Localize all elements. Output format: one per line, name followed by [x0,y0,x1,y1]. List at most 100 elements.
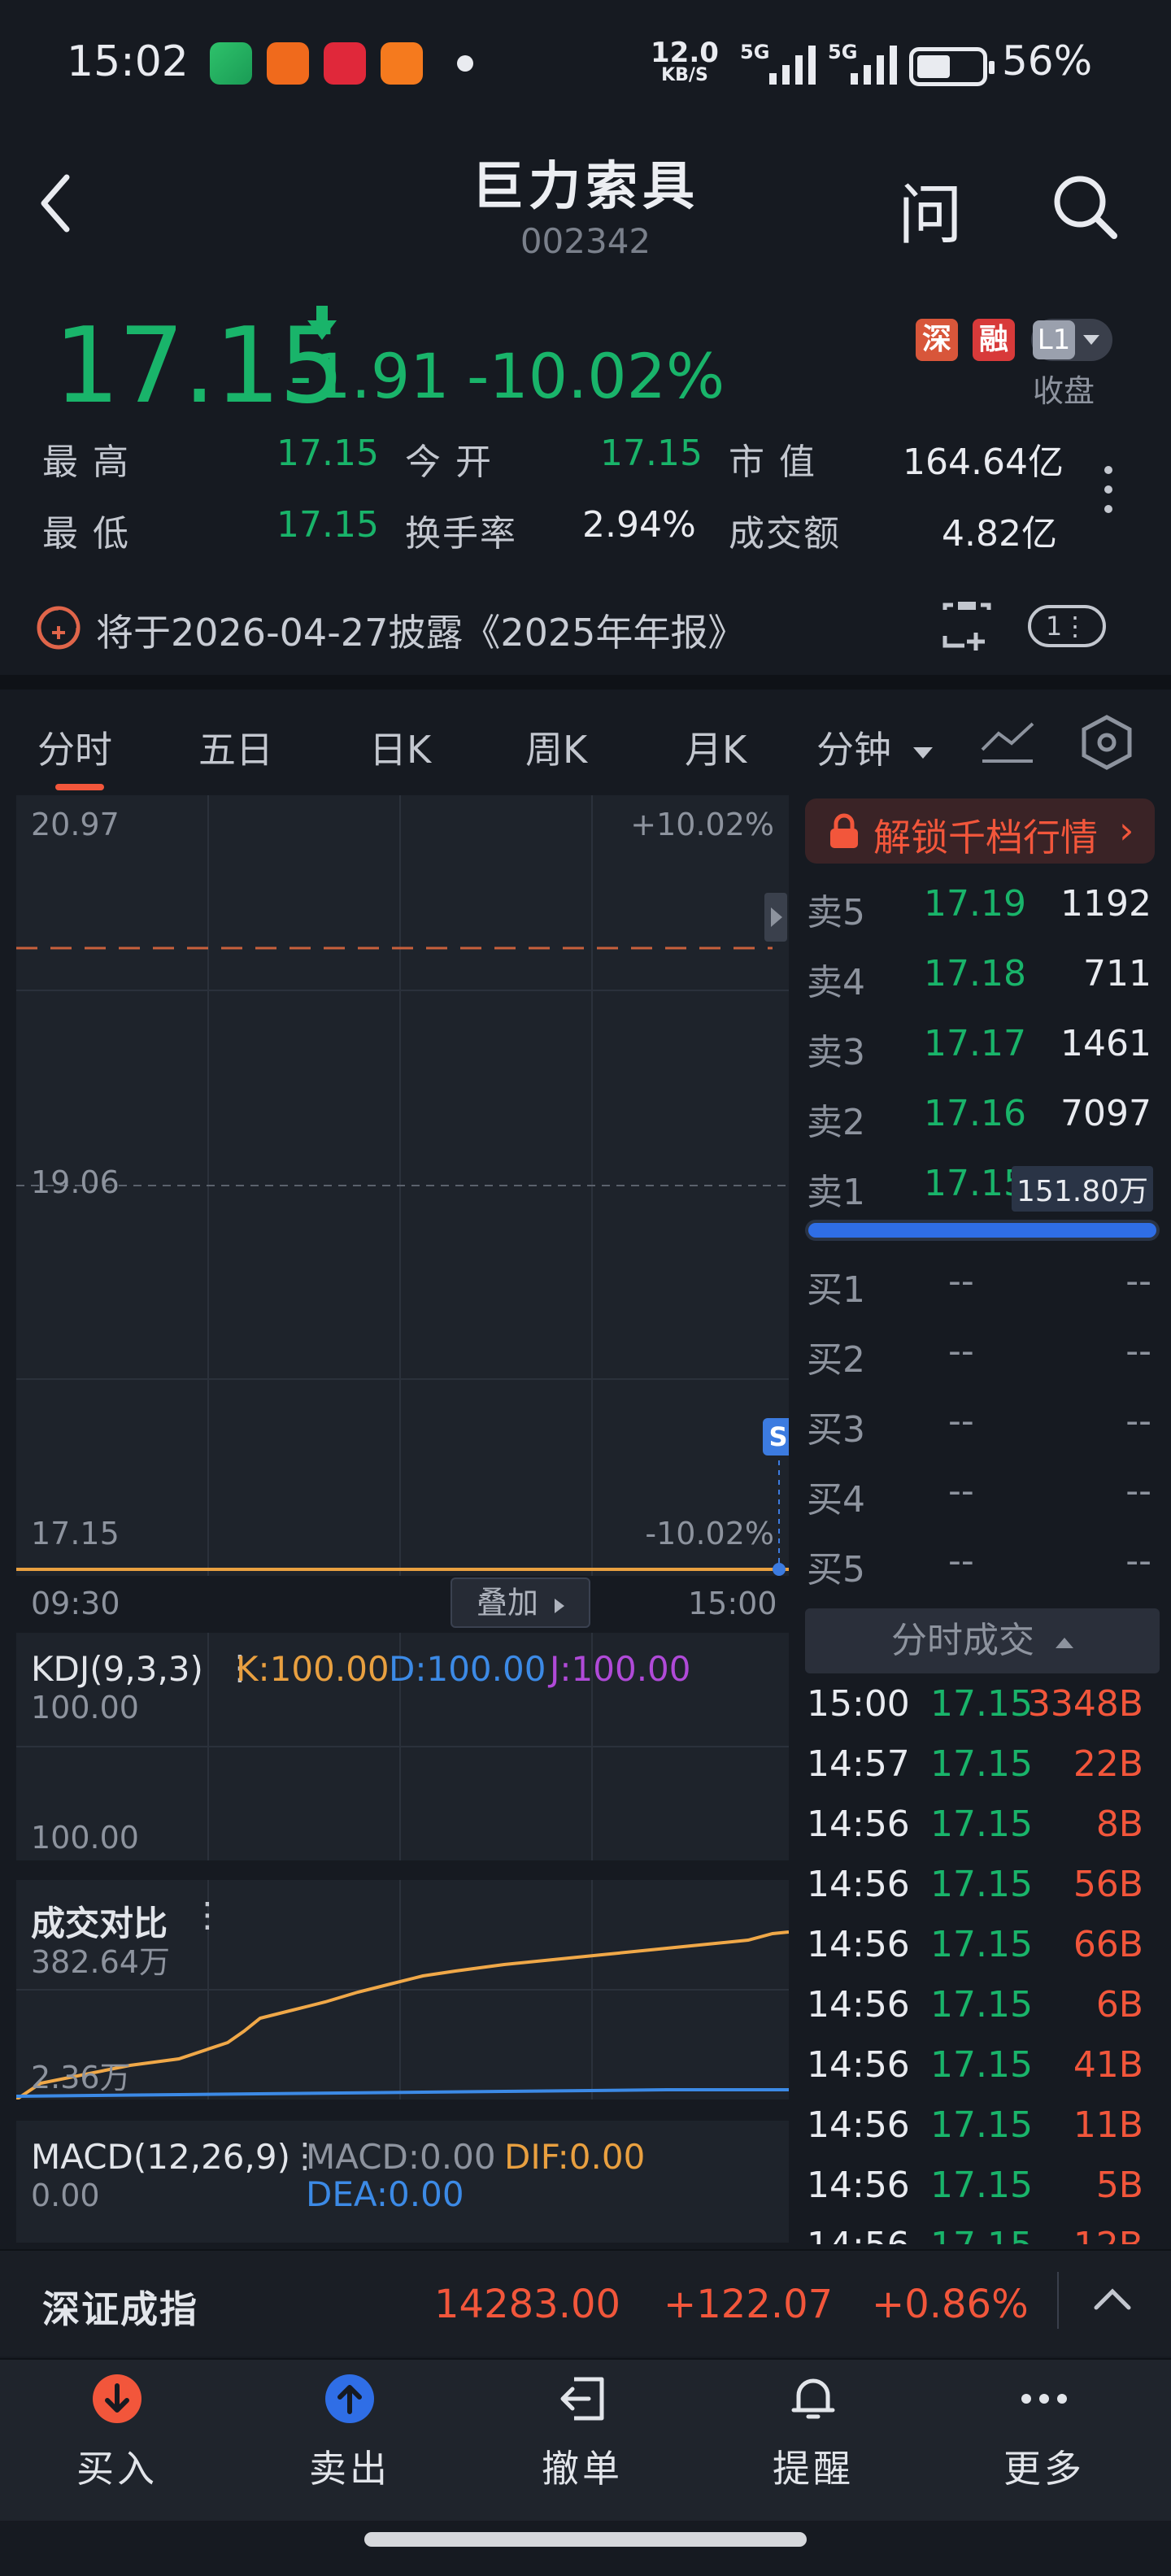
add-watch-icon[interactable] [940,600,994,654]
sell-button[interactable]: 卖出 [268,2373,431,2493]
stat-label-low: 最 低 [42,513,130,555]
stat-value-amount: 4.82亿 [942,513,1057,555]
kdj-title[interactable]: KDJ(9,3,3) [31,1649,203,1689]
tag-l1: L1 [1033,320,1075,359]
ask-label: 卖1 [807,1172,865,1213]
market-status: 收盘 [1033,373,1095,409]
alert-label: 提醒 [773,2447,854,2491]
kdj-panel[interactable]: KDJ(9,3,3) ⋮ K:100.00 D:100.00 J:100.00 … [16,1633,789,1860]
tick-price: 17.15 [930,2165,1033,2206]
battery-icon [909,47,995,86]
tick-price: 17.15 [930,1804,1033,1845]
kdj-k: K:100.00 [236,1649,390,1689]
signal-label-1: 5G [740,41,770,63]
bid-price: -- [948,1540,974,1582]
tab-monthly-k[interactable]: 月K [685,720,747,774]
tab-minute[interactable]: 分钟 [816,720,933,774]
tick-row: 14:56 17.15 6B [805,1984,1163,2044]
bid-row-2: 买2 -- -- [805,1330,1163,1389]
bid-volume: -- [1125,1400,1151,1442]
y-label-mid: 19.06 [31,1164,120,1200]
ask-label: 卖2 [807,1102,865,1143]
tick-row: 14:56 17.15 11B [805,2104,1163,2165]
macd-title[interactable]: MACD(12,26,9) [31,2137,290,2177]
ask-volume: 1461 [1060,1023,1151,1064]
bid-label: 买3 [807,1409,865,1451]
tick-row: 14:56 17.15 56B [805,1864,1163,1924]
signal-bars-2-icon [851,44,897,85]
tick-time: 14:56 [807,1864,910,1905]
chevron-up-icon[interactable] [1093,2287,1132,2311]
cancel-order-button[interactable]: 撤单 [501,2373,664,2493]
tick-volume: 56B [1073,1864,1143,1905]
ask-row-3: 卖3 17.17 1461 [805,1023,1163,1081]
pct-label-high: +10.02% [630,807,774,842]
net-speed: 12.0 KB/S [651,39,719,85]
tick-row: 14:56 17.15 5B [805,2165,1163,2225]
ask-volume: 711 [1083,953,1151,994]
overlay-button[interactable]: 叠加 [451,1577,590,1628]
level-selector[interactable]: L1 [1031,319,1112,361]
buy-button[interactable]: 买入 [36,2373,198,2493]
home-indicator[interactable] [364,2532,807,2547]
battery-percent: 56% [1002,37,1093,85]
settings-hex-icon[interactable] [1078,714,1135,771]
intraday-chart[interactable]: 20.97 +10.02% 19.06 17.15 -10.02% S [16,795,789,1576]
more-button[interactable]: 更多 [963,2373,1125,2493]
bid-price: -- [948,1330,974,1372]
bid-volume: -- [1125,1470,1151,1512]
tick-time: 14:56 [807,1984,910,2026]
tab-intraday[interactable]: 分时 [37,720,112,774]
stock-name: 巨力索具 [472,157,699,217]
sell-marker-label[interactable]: S [763,1418,794,1456]
tick-time: 14:56 [807,1804,910,1845]
tag-shen: 深 [916,319,958,361]
stat-value-high: 17.15 [276,433,379,474]
ask-row-4: 卖4 17.18 711 [805,953,1163,1012]
indicator-line-icon[interactable] [979,717,1036,766]
x-label-end: 15:00 [688,1586,777,1621]
index-name: 深证成指 [42,2287,198,2331]
cancel-order-label: 撤单 [542,2447,623,2491]
index-bar[interactable]: 深证成指 14283.00 +122.07 +0.86% [0,2249,1171,2356]
menu-dots-icon[interactable]: ⋮ [190,1895,224,1934]
tick-row: 14:56 17.15 41B [805,2044,1163,2104]
volume-compare-panel[interactable]: 成交对比 ⋮ 382.64万 2.36万 [16,1880,789,2100]
tick-price: 17.15 [930,2225,1033,2244]
volume-compare-bottom: 2.36万 [31,2060,131,2095]
stat-label-high: 最 高 [42,442,130,483]
tick-volume: 12B [1073,2225,1143,2244]
bid-volume: -- [1125,1540,1151,1582]
ticks-header[interactable]: 分时成交 [805,1608,1160,1673]
search-icon[interactable] [1049,171,1122,244]
stat-label-open: 今 开 [405,442,493,483]
kdj-bottom: 100.00 [31,1820,139,1856]
tab-5day[interactable]: 五日 [198,720,273,774]
ask-button[interactable]: 问 [898,163,963,257]
bid-volume: -- [1125,1260,1151,1302]
bid-volume: -- [1125,1330,1151,1372]
macd-dif: DIF:0.00 [504,2137,646,2177]
alert-button[interactable]: 提醒 [732,2373,895,2493]
unlock-depth-button[interactable]: 解锁千档行情 › [805,798,1155,864]
more-vertical-icon[interactable] [1104,465,1112,514]
tick-price: 17.15 [930,1743,1033,1785]
comment-badge[interactable]: 1⋮ [1028,605,1106,647]
bid-label: 买4 [807,1479,865,1521]
ask-volume: 151.80万 [1012,1166,1153,1212]
chevron-up-icon [1056,1637,1073,1648]
index-change: +122.07 [664,2282,834,2327]
cancel-order-icon [560,2377,604,2421]
macd-panel[interactable]: MACD(12,26,9) ⋮ MACD:0.00 DIF:0.00 DEA:0… [16,2121,789,2243]
stat-value-low: 17.15 [276,504,379,546]
tab-daily-k[interactable]: 日K [369,720,431,774]
disclosure-text[interactable]: 将于2026-04-27披露《2025年年报》 [96,603,745,657]
tick-row: 14:56 17.15 8B [805,1804,1163,1864]
tick-volume: 3348B [1027,1683,1143,1725]
tick-volume: 41B [1073,2044,1143,2086]
tab-weekly-k[interactable]: 周K [525,720,587,774]
ticks-list[interactable]: 15:00 17.15 3348B 14:57 17.15 22B 14:56 … [805,1683,1171,2244]
tab-underline [55,784,104,790]
macd-value: 0.00 [31,2178,100,2213]
tick-time: 14:56 [807,2165,910,2206]
